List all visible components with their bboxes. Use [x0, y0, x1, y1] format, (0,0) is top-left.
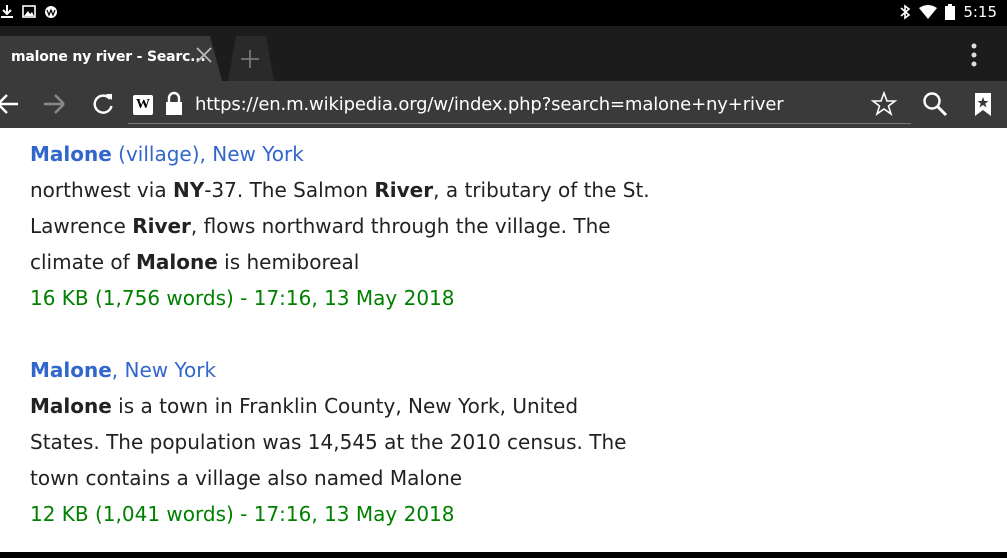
close-icon[interactable]: [193, 44, 215, 66]
snippet-line: town contains a village also named Malon…: [30, 460, 626, 496]
forward-button[interactable]: [41, 90, 69, 118]
highlighted-term: River: [132, 214, 191, 238]
site-favicon: W: [133, 95, 153, 115]
result-title-link[interactable]: Malone (village), New York: [30, 136, 650, 172]
bluetooth-icon: [900, 4, 911, 20]
result-snippet: northwest via NY-37. The Salmon River, a…: [30, 172, 650, 280]
snippet-text: climate of: [30, 250, 136, 274]
snippet-text: Lawrence: [30, 214, 133, 238]
tab-active[interactable]: malone ny river - Searc...: [0, 36, 222, 81]
tab-strip: malone ny river - Searc...: [0, 26, 1007, 81]
snippet-line: States. The population was 14,545 at the…: [30, 424, 626, 460]
notification-icons: [0, 4, 58, 19]
result-title-rest: (village), New York: [111, 142, 304, 166]
snippet-line: Lawrence River, flows northward through …: [30, 208, 650, 244]
snippet-text: -37. The Salmon: [204, 178, 375, 202]
result-title-bold: Malone: [30, 142, 112, 166]
overflow-menu-icon[interactable]: [962, 40, 986, 70]
highlighted-term: Malone: [136, 250, 218, 274]
result-title-link[interactable]: Malone, New York: [30, 352, 626, 388]
highlighted-term: Malone: [30, 394, 112, 418]
status-bar: 5:15: [0, 0, 1007, 26]
tab-title: malone ny river - Searc...: [11, 49, 206, 65]
bookmarks-icon[interactable]: [969, 90, 997, 118]
result-meta: 12 KB (1,041 words) - 17:16, 13 May 2018: [30, 502, 455, 526]
search-icon[interactable]: [921, 90, 949, 118]
snippet-text: is a town in Franklin County, New York, …: [111, 394, 579, 418]
wikipedia-puzzle-icon: [45, 6, 57, 18]
url-field[interactable]: https://en.m.wikipedia.org/w/index.php?s…: [195, 94, 784, 115]
snippet-text: town contains a village also named Malon…: [30, 466, 463, 490]
snippet-text: States. The population was 14,545 at the…: [30, 430, 627, 454]
battery-icon: [945, 4, 956, 20]
snippet-line: Malone is a town in Franklin County, New…: [30, 388, 626, 424]
navigation-bar-edge: [0, 552, 1007, 558]
highlighted-term: NY: [172, 178, 205, 202]
image-icon: [22, 5, 36, 18]
bookmark-star-icon[interactable]: [870, 90, 898, 118]
reload-button[interactable]: [89, 90, 117, 118]
snippet-line: northwest via NY-37. The Salmon River, a…: [30, 172, 650, 208]
result-meta: 16 KB (1,756 words) - 17:16, 13 May 2018: [30, 286, 455, 310]
result-title-bold: Malone: [30, 358, 112, 382]
new-tab-button[interactable]: [226, 36, 274, 81]
snippet-line: climate of Malone is hemiboreal: [30, 244, 650, 280]
result-item-2: Malone, New York Malone is a town in Fra…: [30, 352, 626, 532]
snippet-text: , flows northward through the village. T…: [190, 214, 611, 238]
url-underline: [128, 123, 911, 124]
result-item-1: Malone (village), New York northwest via…: [30, 136, 650, 316]
download-icon: [1, 5, 13, 18]
snippet-text: , a tributary of the St.: [433, 178, 650, 202]
result-title-rest: , New York: [111, 358, 217, 382]
back-button[interactable]: [0, 90, 22, 118]
snippet-text: is hemiboreal: [217, 250, 360, 274]
wifi-icon: [919, 5, 938, 19]
browser-toolbar: W https://en.m.wikipedia.org/w/index.php…: [0, 81, 1007, 128]
result-snippet: Malone is a town in Franklin County, New…: [30, 388, 626, 496]
snippet-text: northwest via: [30, 178, 173, 202]
system-icons: 5:15: [899, 3, 997, 21]
clock: 5:15: [963, 3, 997, 21]
lock-icon[interactable]: [163, 91, 185, 117]
highlighted-term: River: [374, 178, 434, 202]
